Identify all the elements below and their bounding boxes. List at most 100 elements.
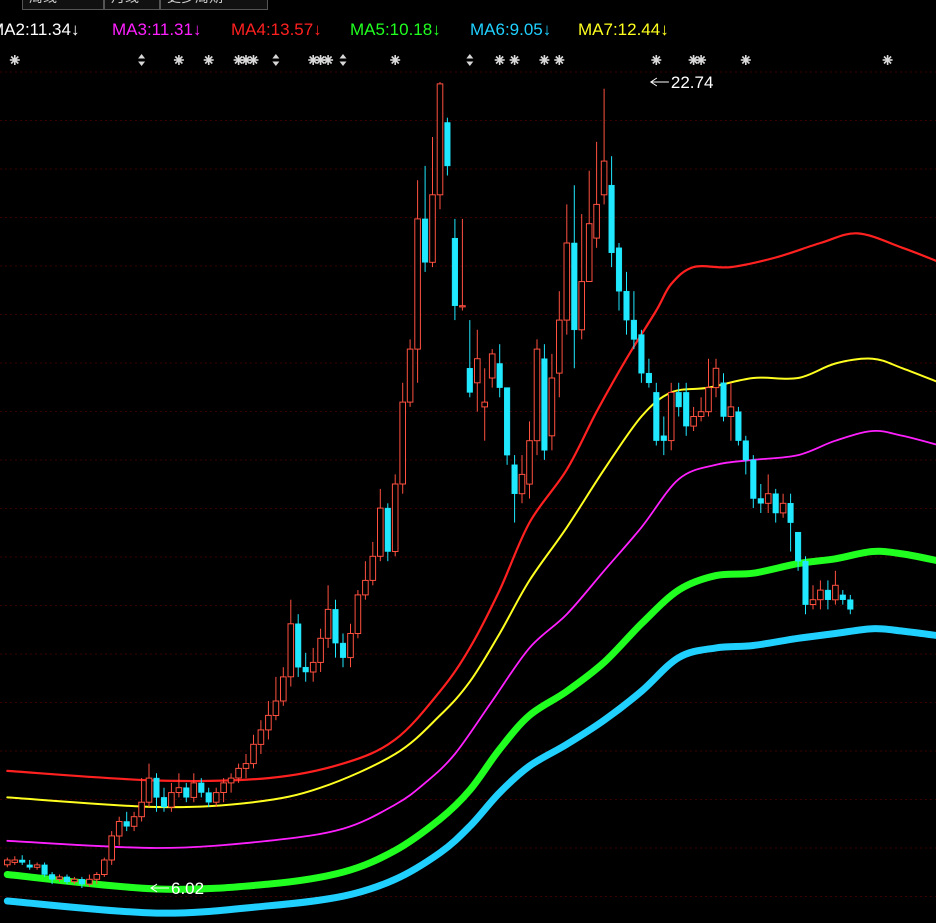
candle: [422, 165, 429, 272]
candle-body: [265, 714, 272, 731]
candle: [757, 484, 764, 513]
candle: [481, 368, 488, 441]
candle: [832, 570, 839, 605]
candle: [548, 353, 556, 451]
updown-marker-icon: [272, 54, 280, 66]
candle-body: [511, 464, 518, 494]
candle-body: [600, 160, 608, 196]
candle: [772, 488, 779, 523]
candle: [660, 416, 667, 456]
star-marker-icon: [882, 55, 893, 65]
candle-body: [578, 281, 586, 331]
star-marker-icon: [509, 55, 520, 65]
candle: [623, 271, 630, 335]
candle: [115, 816, 123, 846]
candle: [354, 590, 362, 639]
ma4-line: [6, 232, 936, 783]
candle-body: [481, 401, 488, 408]
star-marker-icon: [248, 55, 259, 65]
star-marker-icon: [173, 55, 184, 65]
down-triangle: [138, 61, 146, 66]
candle-body: [518, 473, 526, 495]
candle: [280, 667, 287, 706]
candle-body: [280, 676, 287, 702]
candle: [459, 218, 466, 311]
candle: [585, 170, 593, 282]
candle: [593, 141, 600, 248]
ma4-legend: MA4:13.57↓: [231, 18, 322, 42]
candle: [705, 358, 712, 417]
ma-legend: MA2:11.34↓ MA3:11.31↓ MA4:13.57↓ MA5:10.…: [0, 18, 936, 42]
candle-body: [451, 237, 458, 306]
up-triangle: [272, 54, 280, 59]
candle-body: [459, 305, 466, 308]
candle-body: [623, 290, 630, 321]
candle: [638, 329, 645, 383]
candle-body: [526, 440, 533, 485]
candle-body: [41, 864, 48, 875]
candle-body: [377, 507, 384, 557]
ma7-value: MA7:12.44: [578, 20, 661, 39]
candle: [720, 373, 727, 422]
candle: [727, 382, 735, 441]
candle-body: [309, 661, 317, 673]
ma6-line: [3, 625, 936, 917]
candle-body: [86, 878, 93, 885]
candle: [212, 787, 220, 807]
candle: [444, 117, 451, 176]
candle-body: [787, 503, 794, 523]
star-marker-icon: [390, 55, 401, 65]
candle-body: [832, 584, 839, 601]
ma2-arrow-icon: ↓: [70, 20, 80, 39]
candle-body: [108, 835, 116, 861]
candle-body: [272, 700, 280, 716]
candle-body: [369, 555, 377, 581]
candle-body: [697, 411, 705, 418]
grid: [0, 71, 936, 897]
ma7-arrow-icon: ↓: [660, 20, 669, 39]
candle-body: [742, 440, 749, 461]
candle: [608, 156, 615, 268]
ma3-arrow-icon: ↓: [192, 20, 202, 39]
candle: [533, 339, 541, 456]
candle-body: [735, 411, 742, 441]
candle: [667, 382, 675, 451]
candle: [817, 580, 824, 610]
candle-body: [399, 401, 406, 485]
candle-body: [190, 782, 198, 798]
annotation-low: 6.02: [150, 879, 204, 898]
candle: [526, 421, 533, 499]
updown-marker-icon: [339, 54, 347, 66]
moving-average-lines: [3, 232, 936, 917]
candle: [391, 474, 399, 557]
candle-body: [153, 777, 160, 798]
candle-body: [227, 777, 235, 784]
candle-body: [4, 859, 11, 866]
candle: [578, 214, 586, 340]
candle-body: [220, 782, 227, 794]
ma5-line: [3, 547, 936, 893]
candle: [399, 382, 406, 494]
candle-body: [720, 382, 727, 417]
candle-body: [750, 459, 757, 499]
candle-body: [660, 435, 667, 441]
candle: [697, 397, 705, 422]
candle-body: [250, 743, 257, 765]
candle-body: [817, 589, 824, 601]
updown-marker-icon: [138, 54, 146, 66]
candle: [742, 435, 749, 475]
candles: [4, 82, 854, 888]
candle-body: [11, 859, 19, 863]
candle-body: [727, 406, 735, 417]
candle: [190, 773, 198, 803]
candle-body: [496, 363, 503, 388]
candle-body: [653, 392, 660, 441]
candle-body: [585, 223, 593, 282]
candle: [339, 633, 347, 668]
candle: [764, 474, 772, 513]
candle-body: [556, 319, 563, 374]
candle: [101, 857, 108, 877]
candle-body: [779, 502, 787, 514]
candle: [600, 88, 608, 205]
candle-body: [757, 498, 764, 504]
